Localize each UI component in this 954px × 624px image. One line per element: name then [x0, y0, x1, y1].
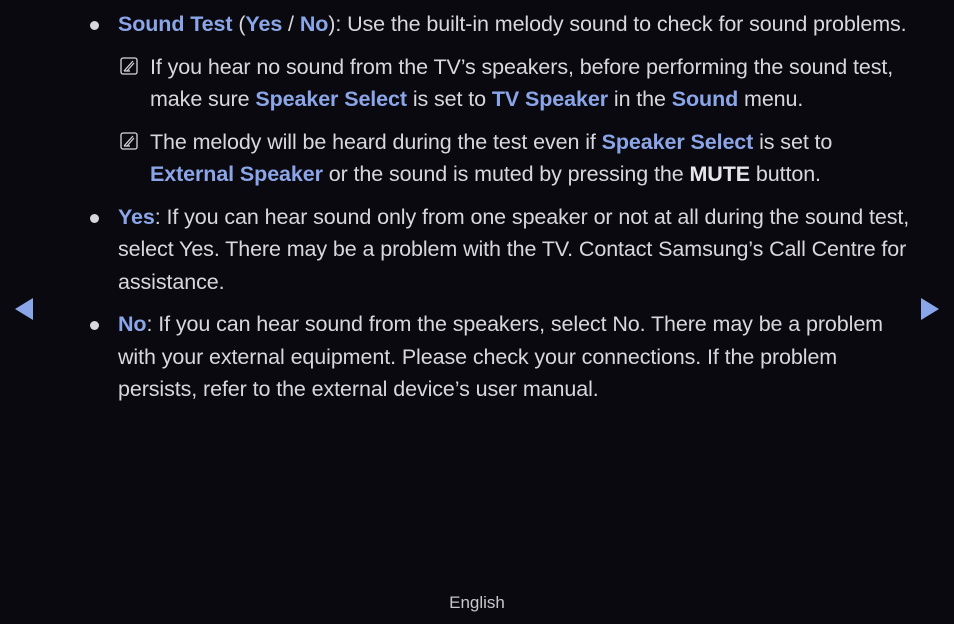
bullet-icon: [90, 213, 99, 223]
manual-content: Sound Test (Yes / No): Use the built-in …: [88, 8, 918, 406]
note-icon: [120, 131, 138, 150]
list-item-sound-test: Sound Test (Yes / No): Use the built-in …: [88, 8, 918, 191]
note: If you hear no sound from the TV’s speak…: [118, 51, 918, 116]
note: The melody will be heard during the test…: [118, 126, 918, 191]
next-page-button[interactable]: [921, 298, 939, 320]
list-item-no: No: If you can hear sound from the speak…: [88, 308, 918, 406]
term-sound-test: Sound Test: [118, 12, 233, 36]
bullet-icon: [90, 21, 99, 30]
language-label: English: [449, 593, 505, 612]
list-item-yes: Yes: If you can hear sound only from one…: [88, 201, 918, 299]
previous-page-button[interactable]: [15, 298, 33, 320]
note-icon: [120, 56, 138, 75]
bullet-icon: [90, 321, 99, 330]
